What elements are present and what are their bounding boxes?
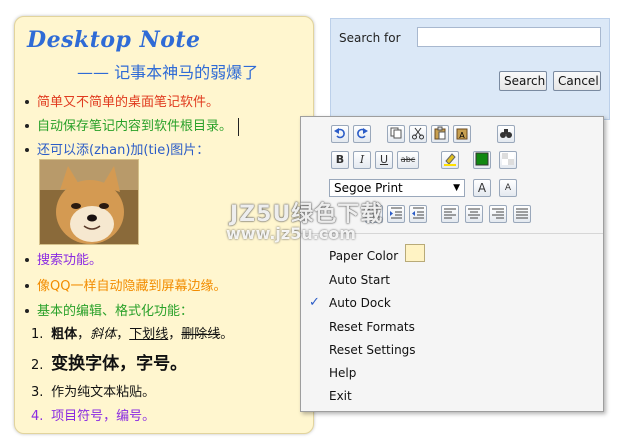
bullet [25, 123, 29, 128]
numbered-item[interactable]: 3. 作为纯文本粘贴。 [31, 381, 155, 400]
underline-button[interactable]: U [375, 151, 393, 169]
underline-sample: 下划线 [129, 327, 169, 342]
redo-icon[interactable] [353, 125, 371, 143]
item-number: 3. [31, 385, 44, 400]
bold-sample: 粗体 [51, 327, 78, 342]
menu-item-help[interactable]: Help [329, 366, 356, 380]
list-item-text: 简单又不简单的桌面笔记软件。 [37, 95, 220, 110]
menu-item-auto-start[interactable]: Auto Start [329, 273, 390, 287]
outdent-icon[interactable] [409, 205, 427, 223]
list-item-text: 基本的编辑、格式化功能： [37, 304, 194, 319]
paste-text-icon[interactable]: A [453, 125, 471, 143]
list-item-text: 像QQ一样自动隐藏到屏幕边缘。 [37, 279, 227, 294]
numbered-item[interactable]: 1. 粗体，斜体，下划线，删除线。 [31, 323, 233, 342]
search-panel: Search for Search Cancel [330, 18, 610, 120]
check-icon: ✓ [309, 295, 320, 310]
list-item-text: 自动保存笔记内容到软件根目录。 [37, 119, 233, 134]
undo-icon[interactable] [331, 125, 349, 143]
note-window[interactable]: Desktop Note —— 记事本神马的弱爆了 简单又不简单的桌面笔记软件。… [14, 16, 314, 434]
menu-item-exit[interactable]: Exit [329, 389, 352, 403]
numbering-sample: 项目符号，编号。 [51, 409, 156, 424]
paste-sample: 作为纯文本粘贴。 [51, 385, 156, 400]
menu-item-paper-color[interactable]: Paper Color [329, 249, 398, 263]
paste-icon[interactable] [431, 125, 449, 143]
svg-text:A: A [459, 131, 465, 140]
numbered-item[interactable]: 2. 变换字体，字号。 [31, 349, 187, 374]
list-item[interactable]: 基本的编辑、格式化功能： [25, 300, 193, 319]
search-input[interactable] [417, 27, 601, 47]
align-right-icon[interactable] [489, 205, 507, 223]
cancel-button[interactable]: Cancel [553, 71, 601, 91]
cut-icon[interactable] [409, 125, 427, 143]
app-subtitle: —— 记事本神马的弱爆了 [77, 63, 259, 82]
separator: ， [168, 327, 182, 342]
list-item[interactable]: 简单又不简单的桌面笔记软件。 [25, 91, 219, 110]
paper-color-swatch[interactable] [405, 244, 425, 262]
highlight-icon[interactable] [441, 151, 459, 169]
search-label: Search for [339, 31, 401, 45]
numbered-item[interactable]: 4. 项目符号，编号。 [31, 405, 155, 424]
menu-item-reset-settings[interactable]: Reset Settings [329, 343, 416, 357]
bullet [25, 257, 29, 262]
context-menu: A B I U abc Segoe Print ▼ A A Paper Colo… [300, 116, 604, 412]
bullet [25, 308, 29, 313]
shiba-dog-image[interactable] [39, 159, 139, 245]
bullet [25, 283, 29, 288]
menu-item-reset-formats[interactable]: Reset Formats [329, 320, 415, 334]
font-sample: 变换字体，字号。 [51, 354, 188, 374]
strike-sample: 删除线 [181, 327, 221, 342]
font-family-select[interactable]: Segoe Print ▼ [329, 179, 465, 197]
list-item[interactable]: 像QQ一样自动隐藏到屏幕边缘。 [25, 275, 226, 294]
separator: ， [77, 327, 91, 342]
italic-button[interactable]: I [353, 151, 371, 169]
find-icon[interactable] [497, 125, 515, 143]
separator: 。 [220, 327, 234, 342]
list-item-text: 搜索功能。 [37, 253, 103, 268]
item-number: 2. [31, 358, 44, 373]
bullet [25, 147, 29, 152]
bold-button[interactable]: B [331, 151, 349, 169]
align-left-icon[interactable] [441, 205, 459, 223]
text-color-button[interactable] [473, 151, 491, 169]
separator: ， [116, 327, 130, 342]
copy-icon[interactable] [387, 125, 405, 143]
menu-separator [301, 233, 603, 234]
font-grow-button[interactable]: A [473, 179, 491, 197]
italic-sample: 斜体 [90, 327, 117, 342]
search-button[interactable]: Search [499, 71, 547, 91]
list-item[interactable]: 自动保存笔记内容到软件根目录。 [25, 115, 240, 136]
numbered-list-icon[interactable] [365, 205, 383, 223]
app-title: Desktop Note [27, 27, 201, 53]
menu-item-auto-dock[interactable]: Auto Dock [329, 296, 391, 310]
indent-icon[interactable] [387, 205, 405, 223]
item-number: 1. [31, 327, 44, 342]
bullet [25, 99, 29, 104]
text-caret [238, 117, 240, 136]
strikethrough-button[interactable]: abc [397, 151, 419, 169]
list-item[interactable]: 搜索功能。 [25, 249, 102, 268]
list-item-text: 还可以添(zhan)加(tie)图片： [37, 143, 210, 158]
list-item[interactable]: 还可以添(zhan)加(tie)图片： [25, 139, 209, 158]
font-shrink-button[interactable]: A [499, 179, 517, 197]
font-grow-label: A [477, 181, 487, 195]
align-justify-icon[interactable] [513, 205, 531, 223]
background-color-button[interactable] [499, 151, 517, 169]
item-number: 4. [31, 409, 44, 424]
chevron-down-icon: ▼ [453, 183, 460, 193]
shiba-dog-icon [40, 160, 138, 244]
font-shrink-label: A [504, 183, 512, 193]
font-family-value: Segoe Print [334, 181, 403, 195]
align-center-icon[interactable] [465, 205, 483, 223]
